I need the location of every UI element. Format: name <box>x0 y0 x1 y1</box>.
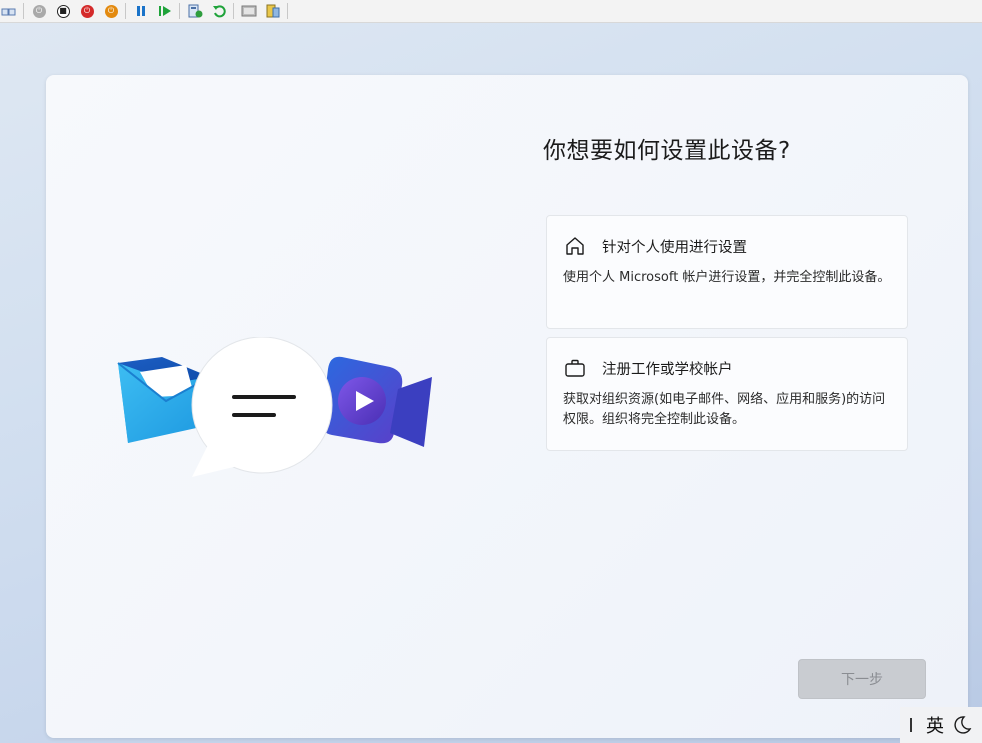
checkpoint-icon[interactable] <box>186 2 204 20</box>
revert-icon[interactable] <box>210 2 228 20</box>
next-button[interactable]: 下一步 <box>798 659 926 699</box>
enhanced-session-icon[interactable] <box>240 2 258 20</box>
option-description: 获取对组织资源(如电子邮件、网络、应用和服务)的访问权限。组织将完全控制此设备。 <box>563 392 886 427</box>
ime-language-toggle[interactable]: 英 <box>926 712 944 738</box>
page-title: 你想要如何设置此设备? <box>543 138 791 164</box>
option-label: 针对个人使用进行设置 <box>602 239 747 256</box>
turn-off-icon[interactable]: ■ <box>54 2 72 20</box>
ctrl-alt-del-icon[interactable] <box>0 2 18 20</box>
home-icon <box>563 234 587 258</box>
toolbar-separator <box>125 3 126 19</box>
chat-bubble-icon <box>191 337 333 477</box>
moon-icon[interactable] <box>952 715 972 735</box>
personal-use-option[interactable]: 针对个人使用进行设置 使用个人 Microsoft 帐户进行设置，并完全控制此设… <box>546 215 908 329</box>
toolbar-separator <box>233 3 234 19</box>
toolbar-separator <box>287 3 288 19</box>
power-icon[interactable]: ⏻ <box>102 2 120 20</box>
briefcase-icon <box>563 356 587 380</box>
caret-indicator <box>910 718 912 732</box>
resume-icon[interactable] <box>156 2 174 20</box>
ime-tray: 英 <box>900 707 982 743</box>
start-icon[interactable]: ⏻ <box>30 2 48 20</box>
toolbar-separator <box>179 3 180 19</box>
pause-icon[interactable] <box>132 2 150 20</box>
option-label: 注册工作或学校帐户 <box>602 361 733 378</box>
video-camera-icon <box>321 356 432 447</box>
toolbar-separator <box>23 3 24 19</box>
shutdown-icon[interactable]: ⏻ <box>78 2 96 20</box>
oobe-card: 你想要如何设置此设备? 针对个人使用进行设置 使用个人 Microsoft 帐户… <box>46 75 968 738</box>
work-school-option[interactable]: 注册工作或学校帐户 获取对组织资源(如电子邮件、网络、应用和服务)的访问权限。组… <box>546 337 908 451</box>
illustration <box>117 337 432 477</box>
vm-toolbar: ⏻ ■ ⏻ ⏻ <box>0 0 982 23</box>
option-description: 使用个人 Microsoft 帐户进行设置，并完全控制此设备。 <box>563 270 891 285</box>
share-icon[interactable] <box>264 2 282 20</box>
